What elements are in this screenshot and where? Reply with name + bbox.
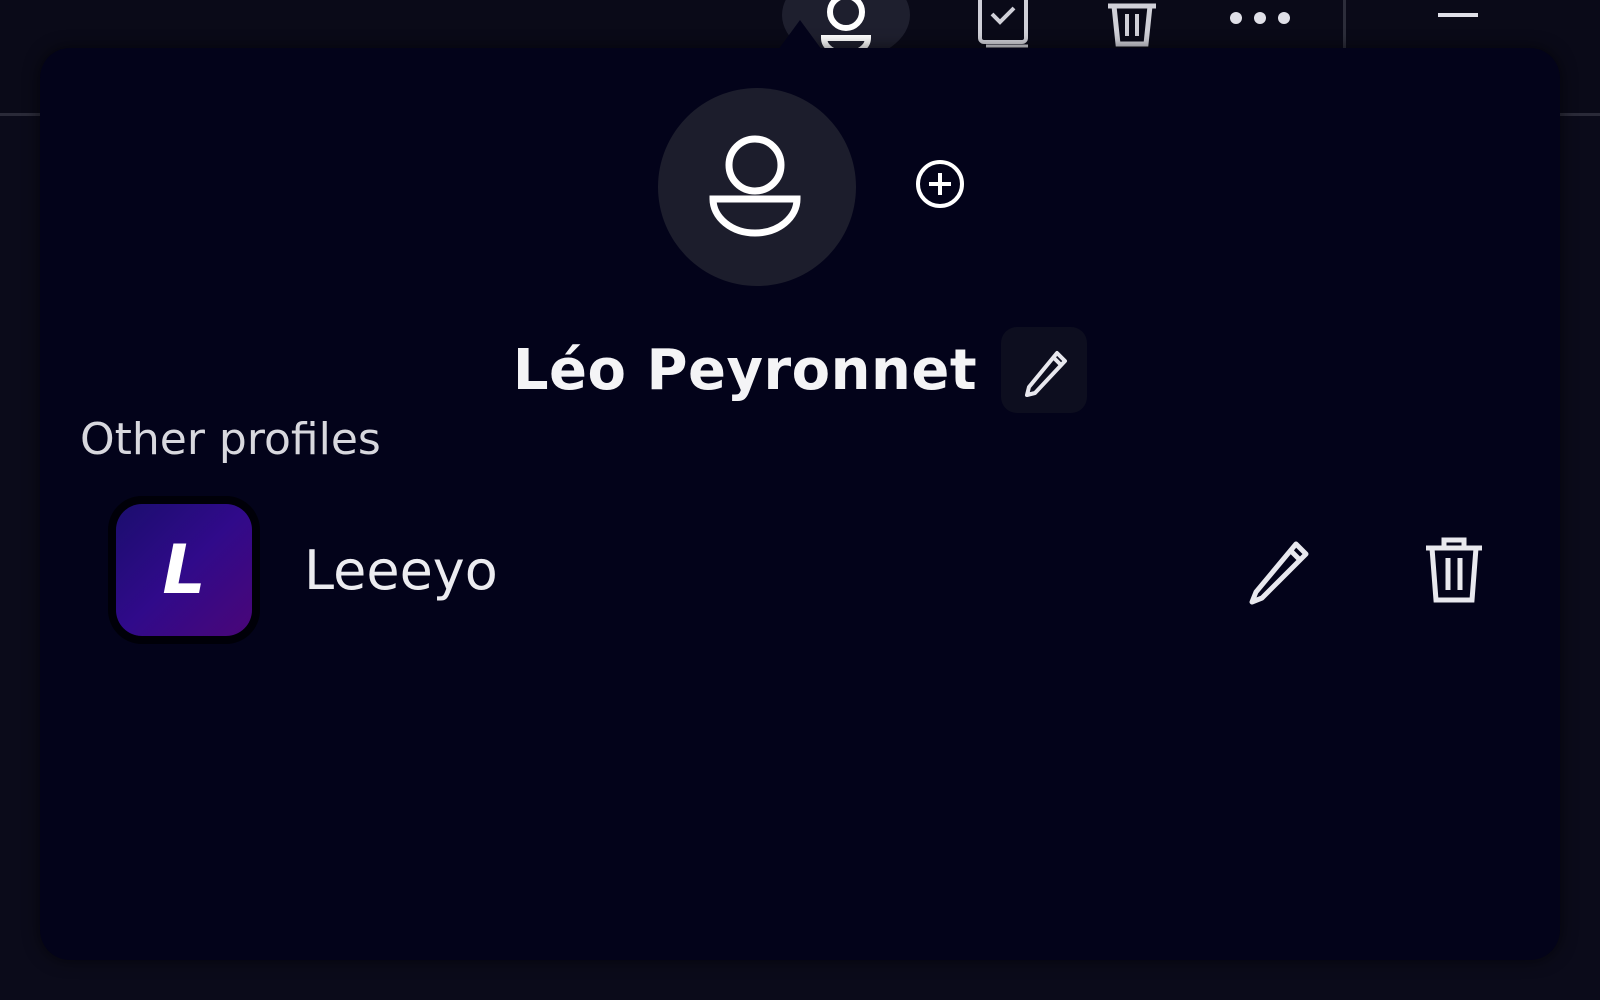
popover-pointer <box>778 20 822 50</box>
delete-profile-button[interactable] <box>1414 530 1494 610</box>
checklist-icon[interactable] <box>976 0 1032 48</box>
trash-icon <box>1426 537 1482 603</box>
current-profile-avatar[interactable] <box>658 88 856 286</box>
trash-icon[interactable] <box>1104 0 1160 48</box>
other-profiles-label: Other profiles <box>80 414 381 465</box>
profile-avatar: L <box>116 504 252 636</box>
toolbar-divider <box>1343 0 1346 50</box>
profile-name: Léo Peyronnet <box>512 337 978 403</box>
user-icon <box>709 135 801 237</box>
plus-circle-icon <box>916 160 964 208</box>
add-profile-button[interactable] <box>912 156 968 212</box>
more-icon[interactable] <box>1228 10 1292 26</box>
edit-profile-name-button[interactable] <box>1001 327 1088 413</box>
profile-list-item[interactable]: L Leeeyo <box>104 502 1494 638</box>
profile-name-row: Léo Peyronnet <box>40 324 1560 416</box>
pencil-icon <box>1025 351 1068 397</box>
profile-initial: L <box>162 530 206 610</box>
profile-popover: Léo Peyronnet Other profiles L Leeeyo <box>40 20 1560 960</box>
minimize-icon[interactable] <box>1436 8 1480 22</box>
profile-list-item-name: Leeeyo <box>304 538 498 602</box>
edit-profile-button[interactable] <box>1238 530 1318 610</box>
pencil-icon <box>1249 541 1309 605</box>
